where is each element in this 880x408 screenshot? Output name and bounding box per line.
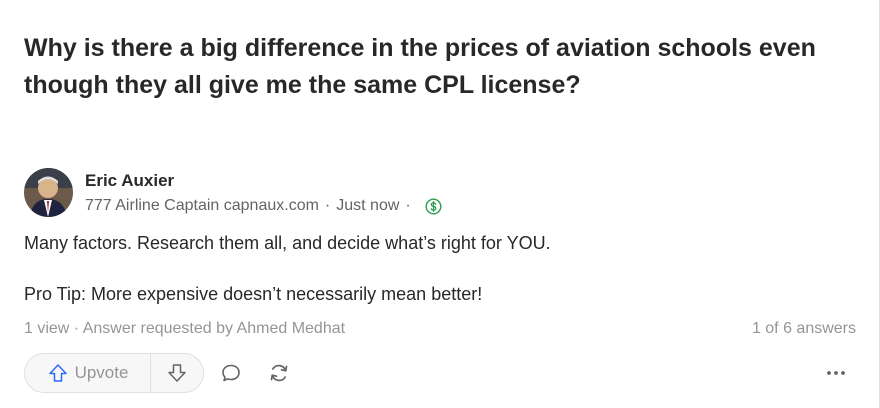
answer-paragraph-1: Many factors. Research them all, and dec… <box>24 233 551 253</box>
separator: · <box>405 197 411 214</box>
share-button[interactable] <box>265 359 293 387</box>
downvote-button[interactable] <box>151 354 203 392</box>
answer-card: Why is there a big difference in the pri… <box>0 0 880 408</box>
upvote-label: Upvote <box>74 363 129 382</box>
dollar-circle-icon <box>425 197 442 215</box>
vote-pill: Upvote <box>24 353 204 393</box>
comment-icon <box>220 362 242 384</box>
answer-paragraph-2: Pro Tip: More expensive doesn’t necessar… <box>24 284 483 304</box>
author-meta: 777 Airline Captain capnaux.com · Just n… <box>85 197 442 215</box>
share-icon <box>267 361 291 385</box>
author-credential[interactable]: 777 Airline Captain capnaux.com <box>85 197 319 215</box>
author-avatar[interactable] <box>24 168 73 217</box>
question-title[interactable]: Why is there a big difference in the pri… <box>24 30 824 104</box>
comment-button[interactable] <box>217 359 245 387</box>
arrow-down-icon <box>166 362 188 384</box>
more-dots-icon <box>824 361 848 385</box>
more-button[interactable] <box>822 359 850 387</box>
arrow-up-icon <box>47 362 69 384</box>
author-name[interactable]: Eric Auxier <box>85 171 174 191</box>
upvote-button[interactable]: Upvote <box>25 354 151 392</box>
separator: · <box>324 197 331 214</box>
answers-count: 1 of 6 answers <box>751 320 856 337</box>
answer-timestamp[interactable]: Just now <box>336 197 399 215</box>
answer-stats[interactable]: 1 view · Answer requested by Ahmed Medha… <box>24 320 345 338</box>
